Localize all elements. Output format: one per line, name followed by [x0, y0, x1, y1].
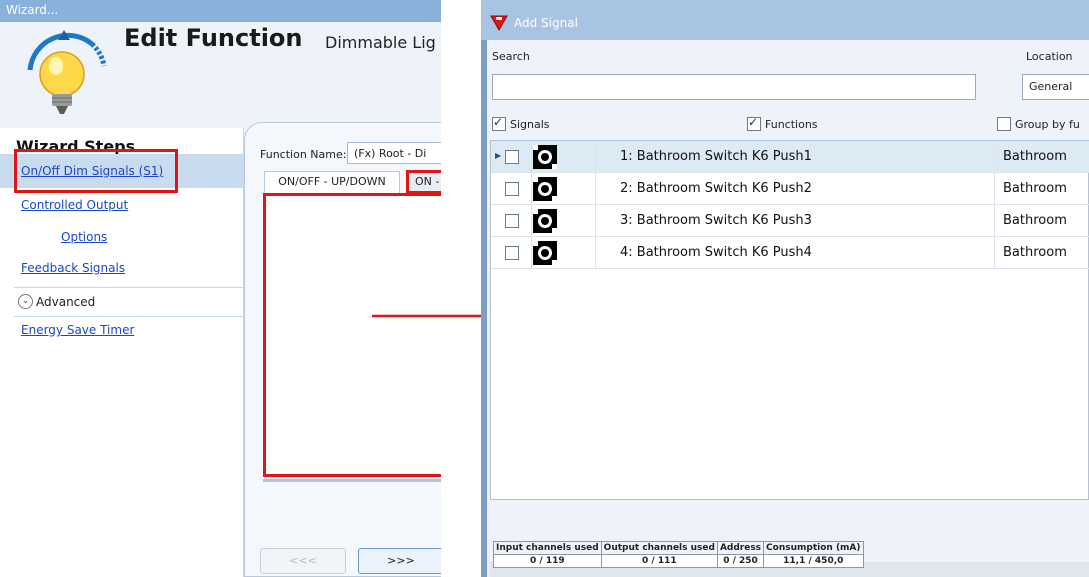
functions-filter-checkbox[interactable]: Functions: [747, 115, 818, 131]
add-signal-icon: [490, 15, 508, 31]
row-checkbox[interactable]: [505, 150, 519, 164]
chevron-down-icon: ⌄: [18, 294, 33, 309]
row-checkbox[interactable]: [505, 246, 519, 260]
bulb-icon: [27, 30, 107, 114]
resource-usage-table: Input channels used Output channels used…: [493, 541, 864, 568]
status-value: 0 / 250: [716, 554, 765, 568]
wizard-titlebar[interactable]: Wizard...: [0, 0, 441, 22]
step-energy-save-timer[interactable]: Energy Save Timer: [21, 323, 134, 337]
signal-name: 4: Bathroom Switch K6 Push4: [620, 245, 812, 260]
function-type-subtitle: Dimmable Lig: [325, 33, 436, 52]
add-signal-window: Add Signal Search Location General Signa…: [481, 0, 1089, 577]
table-row[interactable]: ▶ 1: Bathroom Switch K6 Push1 Bathroom: [491, 141, 1089, 173]
status-header: Consumption (mA): [763, 541, 864, 555]
status-header: Output channels used: [600, 541, 718, 555]
signal-name: 2: Bathroom Switch K6 Push2: [620, 181, 812, 196]
advanced-toggle[interactable]: ⌄ Advanced: [18, 294, 95, 309]
step-controlled-output[interactable]: Controlled Output: [21, 198, 128, 212]
status-value: 0 / 111: [600, 554, 718, 568]
column-divider: [595, 141, 596, 269]
group-by-label: Group by fu: [1015, 117, 1080, 131]
step-options[interactable]: Options: [61, 230, 107, 244]
previous-button[interactable]: <<<: [260, 548, 346, 574]
row-checkbox[interactable]: [505, 182, 519, 196]
functions-filter-label: Functions: [765, 117, 818, 131]
table-row[interactable]: 2: Bathroom Switch K6 Push2 Bathroom: [491, 173, 1089, 205]
search-input[interactable]: [492, 74, 976, 100]
location-dropdown[interactable]: General: [1022, 74, 1089, 100]
checkbox[interactable]: [997, 117, 1011, 131]
pushbutton-icon: [533, 145, 557, 169]
signals-filter-label: Signals: [510, 117, 550, 131]
row-selector-icon: ▶: [495, 151, 502, 160]
signal-location: Bathroom: [1003, 213, 1067, 228]
signal-location: Bathroom: [1003, 245, 1067, 260]
status-header: Address: [716, 541, 765, 555]
pushbutton-icon: [533, 209, 557, 233]
column-divider: [531, 141, 532, 269]
tab-content-signal-list[interactable]: [263, 193, 441, 477]
group-by-checkbox[interactable]: Group by fu: [997, 117, 1080, 131]
search-label: Search: [492, 50, 530, 63]
wizard-window-title: Wizard...: [6, 3, 59, 17]
red-highlight-box: [14, 149, 178, 193]
status-value: 0 / 119: [493, 554, 602, 568]
signal-name: 1: Bathroom Switch K6 Push1: [620, 149, 812, 164]
add-signal-title: Add Signal: [514, 16, 578, 30]
checkbox[interactable]: [492, 115, 506, 131]
signal-name: 3: Bathroom Switch K6 Push3: [620, 213, 812, 228]
tab-on[interactable]: ON -: [406, 170, 441, 194]
divider: [14, 287, 243, 288]
table-row[interactable]: 4: Bathroom Switch K6 Push4 Bathroom: [491, 237, 1089, 269]
location-label: Location: [1026, 50, 1073, 63]
status-header: Input channels used: [493, 541, 602, 555]
pushbutton-icon: [533, 177, 557, 201]
status-value: 11,1 / 450,0: [763, 554, 864, 568]
column-divider: [994, 141, 995, 269]
signal-grid: ▶ 1: Bathroom Switch K6 Push1 Bathroom 2…: [490, 140, 1089, 500]
pushbutton-icon: [533, 241, 557, 265]
signal-location: Bathroom: [1003, 181, 1067, 196]
tab-content-footer: [263, 479, 441, 482]
signal-location: Bathroom: [1003, 149, 1067, 164]
row-checkbox[interactable]: [505, 214, 519, 228]
wizard-steps-panel: [0, 128, 244, 577]
function-name-input[interactable]: [347, 142, 441, 164]
advanced-label: Advanced: [36, 294, 96, 309]
divider: [14, 316, 243, 317]
wizard-window: Wizard... Edit Function Dimmable Lig Wiz…: [0, 0, 441, 577]
table-row[interactable]: 3: Bathroom Switch K6 Push3 Bathroom: [491, 205, 1089, 237]
tab-onoff-updown[interactable]: ON/OFF - UP/DOWN: [264, 171, 400, 193]
step-feedback-signals[interactable]: Feedback Signals: [21, 261, 125, 275]
checkbox[interactable]: [747, 115, 761, 131]
signals-filter-checkbox[interactable]: Signals: [492, 115, 550, 131]
function-name-label: Function Name:: [260, 148, 347, 161]
next-button[interactable]: >>>: [358, 548, 441, 574]
page-title: Edit Function: [124, 24, 303, 52]
